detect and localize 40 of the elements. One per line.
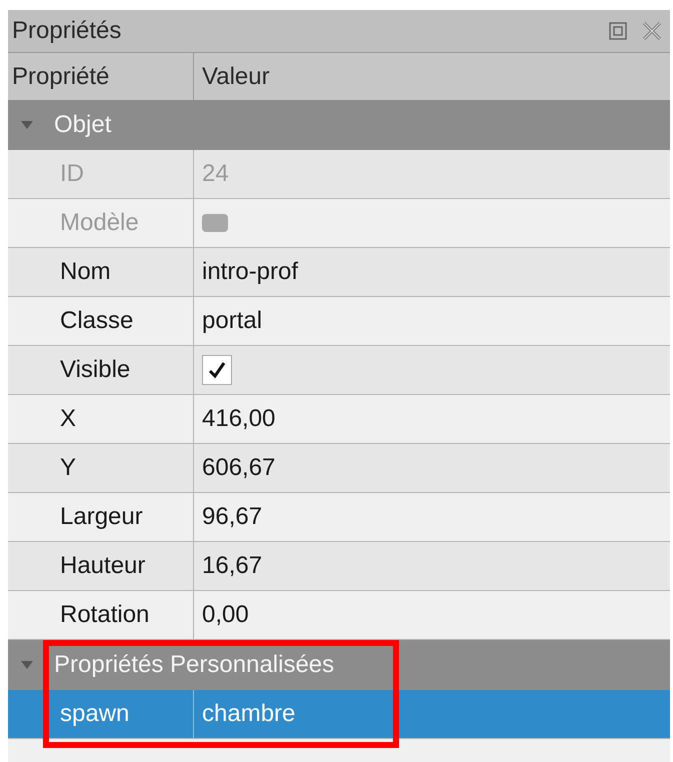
model-swatch-icon xyxy=(202,214,228,232)
property-row[interactable]: Nom intro-prof xyxy=(8,248,670,297)
caret-icon[interactable] xyxy=(20,660,34,670)
property-row[interactable]: Y 606,67 xyxy=(8,444,670,493)
property-row[interactable]: Visible xyxy=(8,346,670,395)
property-name: Classe xyxy=(60,306,134,336)
property-row[interactable]: Rotation 0,00 xyxy=(8,591,670,640)
property-name: spawn xyxy=(60,699,130,729)
group-title: Propriétés Personnalisées xyxy=(54,650,334,680)
property-value: chambre xyxy=(202,699,296,729)
property-value: portal xyxy=(202,306,262,336)
panel-title: Propriétés xyxy=(12,16,122,46)
checkmark-icon xyxy=(207,360,227,380)
float-icon[interactable] xyxy=(608,21,628,41)
property-row[interactable]: Hauteur 16,67 xyxy=(8,542,670,591)
property-value: intro-prof xyxy=(202,257,298,287)
property-row[interactable]: spawn chambre xyxy=(8,690,670,739)
property-value: 16,67 xyxy=(202,551,262,581)
column-header[interactable]: Valeur xyxy=(194,53,670,100)
property-name: Rotation xyxy=(60,600,150,630)
property-name: Modèle xyxy=(60,208,139,238)
property-name: Y xyxy=(60,453,76,483)
property-value: 0,00 xyxy=(202,600,249,630)
property-name: ID xyxy=(60,159,84,189)
property-name: Visible xyxy=(60,355,130,385)
property-value: 606,67 xyxy=(202,453,276,483)
property-name: Largeur xyxy=(60,502,143,532)
property-value: 24 xyxy=(202,159,229,189)
property-name: Hauteur xyxy=(60,551,146,581)
property-name: X xyxy=(60,404,76,434)
property-name: Nom xyxy=(60,257,111,287)
visible-checkbox[interactable] xyxy=(202,355,232,385)
caret-icon[interactable] xyxy=(20,120,34,130)
property-row[interactable]: X 416,00 xyxy=(8,395,670,444)
property-value: 416,00 xyxy=(202,404,276,434)
close-icon[interactable] xyxy=(642,21,662,41)
property-value: 96,67 xyxy=(202,502,262,532)
property-row[interactable]: Classe portal xyxy=(8,297,670,346)
group-title: Objet xyxy=(54,110,112,140)
property-row[interactable]: Largeur 96,67 xyxy=(8,493,670,542)
